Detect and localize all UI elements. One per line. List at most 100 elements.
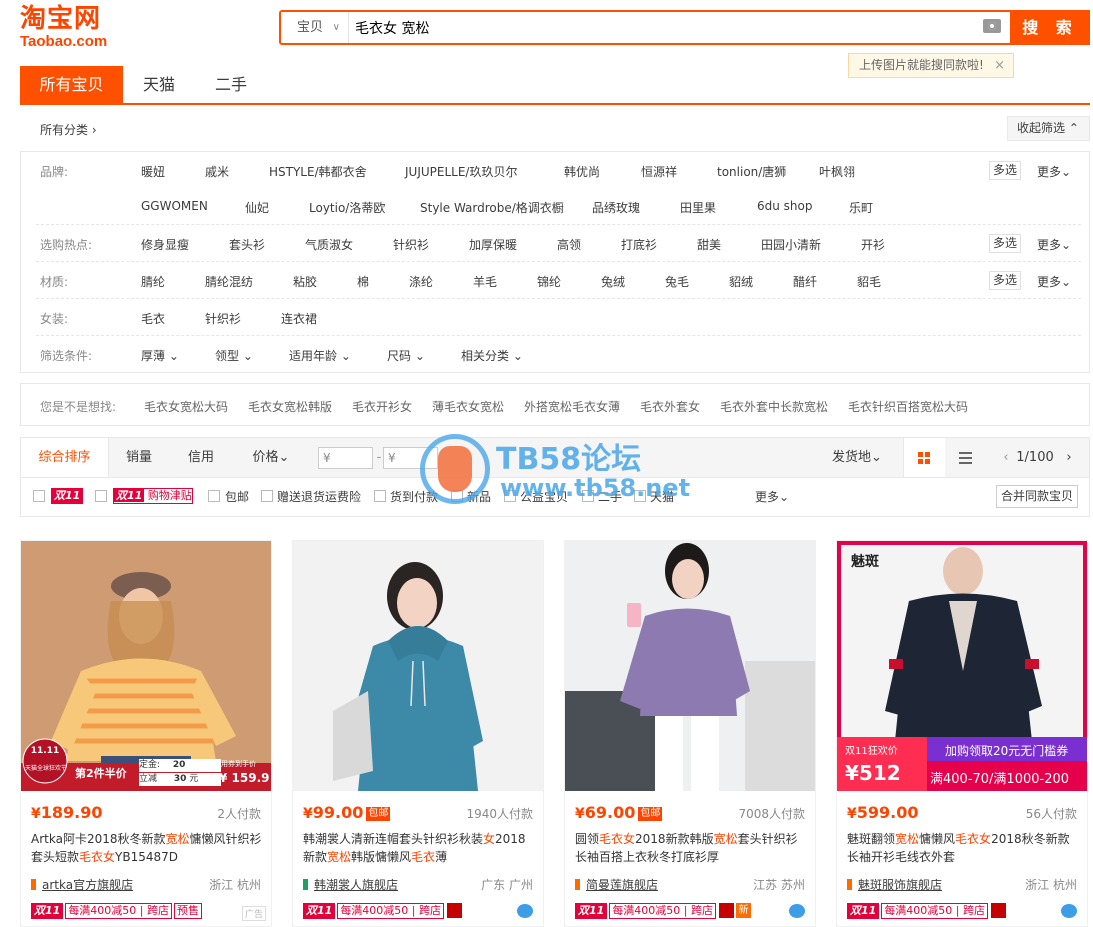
shop-link[interactable]: 魅斑服饰旗舰店 <box>847 876 942 893</box>
material-option[interactable]: 腈纶 <box>141 273 165 290</box>
grid-view-button[interactable] <box>903 438 945 477</box>
brand-option[interactable]: Style Wardrobe/格调衣橱 <box>420 199 564 216</box>
checkbox-secondhand[interactable] <box>582 490 594 502</box>
checkbox-charity[interactable] <box>504 490 516 502</box>
product-image[interactable]: 魅斑 双11狂欢价 ¥512 加购领取20元无门槛券 满400-70/满1000… <box>837 541 1087 791</box>
material-option[interactable]: 貂绒 <box>729 273 753 290</box>
checkbox-cod[interactable] <box>374 490 386 502</box>
product-title[interactable]: 魅斑翻领宽松慵懒风毛衣女2018秋冬新款长袖开衫毛线衣外套 <box>847 830 1079 866</box>
condition-dropdown[interactable]: 领型 ⌄ <box>215 347 253 364</box>
shop-link[interactable]: artka官方旗舰店 <box>31 876 133 893</box>
sort-sales[interactable]: 销量 <box>109 438 169 477</box>
product-card[interactable]: ¥69.00 包邮 7008人付款 圆领毛衣女2018新款韩版宽松套头针织衫长袖百… <box>564 540 816 927</box>
brand-option[interactable]: GGWOMEN <box>141 199 208 213</box>
material-multiselect-button[interactable]: 多选 <box>989 271 1021 290</box>
related-search-link[interactable]: 毛衣外套女 <box>640 398 700 415</box>
breadcrumb[interactable]: 所有分类 › <box>40 121 97 138</box>
related-search-link[interactable]: 外搭宽松毛衣女薄 <box>524 398 620 415</box>
material-option[interactable]: 羊毛 <box>473 273 497 290</box>
brand-option[interactable]: 乐町 <box>849 199 873 216</box>
brand-option[interactable]: 6du shop <box>757 199 813 213</box>
product-card[interactable]: ¥99.00 包邮 1940人付款 韩潮裳人清新连帽套头针织衫秋装女2018新款宽… <box>292 540 544 927</box>
shop-link[interactable]: 韩潮裳人旗舰店 <box>303 876 398 893</box>
wangwang-chat-icon[interactable] <box>789 904 805 918</box>
hot-option[interactable]: 针织衫 <box>393 236 429 253</box>
product-image[interactable] <box>565 541 815 791</box>
hot-option[interactable]: 田园小清新 <box>761 236 821 253</box>
condition-dropdown[interactable]: 相关分类 ⌄ <box>461 347 523 364</box>
shop-link[interactable]: 简曼莲旗舰店 <box>575 876 658 893</box>
search-button[interactable]: 搜 索 <box>1010 10 1090 45</box>
tab-tmall[interactable]: 天猫 <box>123 66 195 103</box>
related-search-link[interactable]: 毛衣女宽松韩版 <box>248 398 332 415</box>
page-prev-button[interactable]: ‹ <box>996 438 1016 477</box>
hot-option[interactable]: 开衫 <box>861 236 885 253</box>
product-card[interactable]: 11.11 天猫全球狂欢节 第2件半价 定金: 20 立减 30 元 用券到手价… <box>20 540 272 927</box>
brand-option[interactable]: 戚米 <box>205 163 229 180</box>
more-filters-button[interactable]: 更多⌄ <box>755 488 789 505</box>
search-scope-select[interactable]: 宝贝 ∨ <box>281 12 349 43</box>
checkbox-tmall[interactable] <box>634 490 646 502</box>
material-more-button[interactable]: 更多⌄ <box>1037 273 1071 290</box>
product-title[interactable]: 圆领毛衣女2018新款韩版宽松套头针织衫长袖百搭上衣秋冬打底衫厚 <box>575 830 807 866</box>
wangwang-chat-icon[interactable] <box>1061 904 1077 918</box>
related-search-link[interactable]: 薄毛衣女宽松 <box>432 398 504 415</box>
hot-option[interactable]: 套头衫 <box>229 236 265 253</box>
collapse-filters-button[interactable]: 收起筛选 ⌃ <box>1007 116 1090 141</box>
brand-option[interactable]: 品绣玫瑰 <box>592 199 640 216</box>
brand-option[interactable]: 韩优尚 <box>564 163 600 180</box>
related-search-link[interactable]: 毛衣针织百搭宽松大码 <box>848 398 968 415</box>
hot-option[interactable]: 高领 <box>557 236 581 253</box>
brand-option[interactable]: 叶枫翎 <box>819 163 855 180</box>
women-option[interactable]: 针织衫 <box>205 310 241 327</box>
material-option[interactable]: 涤纶 <box>409 273 433 290</box>
brand-multiselect-button[interactable]: 多选 <box>989 161 1021 180</box>
brand-option[interactable]: tonlion/唐狮 <box>717 163 786 180</box>
hot-more-button[interactable]: 更多⌄ <box>1037 236 1071 253</box>
sort-default[interactable]: 综合排序 <box>21 438 109 477</box>
price-min-input[interactable]: ¥ <box>318 447 373 469</box>
search-input[interactable] <box>355 16 975 39</box>
product-title[interactable]: Artka阿卡2018秋冬新款宽松慵懒风针织衫套头短款毛衣女YB15487D <box>31 830 263 866</box>
list-view-button[interactable] <box>945 438 987 477</box>
brand-option[interactable]: 仙妃 <box>245 199 269 216</box>
material-option[interactable]: 貂毛 <box>857 273 881 290</box>
material-option[interactable]: 醋纤 <box>793 273 817 290</box>
brand-option[interactable]: 恒源祥 <box>641 163 677 180</box>
merge-same-items-button[interactable]: 合并同款宝贝 <box>996 485 1078 508</box>
brand-option[interactable]: 田里果 <box>680 199 716 216</box>
checkbox-d11[interactable] <box>33 490 45 502</box>
brand-option[interactable]: 暖妞 <box>141 163 165 180</box>
material-option[interactable]: 锦纶 <box>537 273 561 290</box>
checkbox-return-insurance[interactable] <box>261 490 273 502</box>
related-search-link[interactable]: 毛衣外套中长款宽松 <box>720 398 828 415</box>
brand-option[interactable]: JUJUPELLE/玖玖贝尔 <box>405 163 517 180</box>
taobao-logo[interactable]: 淘宝网 Taobao.com <box>20 4 130 52</box>
sort-price[interactable]: 价格⌄ <box>239 438 303 477</box>
material-option[interactable]: 腈纶混纺 <box>205 273 253 290</box>
hot-option[interactable]: 打底衫 <box>621 236 657 253</box>
brand-option[interactable]: Loytio/洛蒂欧 <box>309 199 385 216</box>
product-image[interactable] <box>293 541 543 791</box>
related-search-link[interactable]: 毛衣女宽松大码 <box>144 398 228 415</box>
related-search-link[interactable]: 毛衣开衫女 <box>352 398 412 415</box>
material-option[interactable]: 兔绒 <box>601 273 625 290</box>
checkbox-new[interactable] <box>451 490 463 502</box>
hot-option[interactable]: 甜美 <box>697 236 721 253</box>
checkbox-d11-coupon[interactable] <box>95 490 107 502</box>
material-option[interactable]: 粘胶 <box>293 273 317 290</box>
tab-secondhand[interactable]: 二手 <box>195 66 267 103</box>
page-next-button[interactable]: › <box>1059 438 1079 477</box>
product-card[interactable]: 魅斑 双11狂欢价 ¥512 加购领取20元无门槛券 满400-70/满1000… <box>836 540 1088 927</box>
women-option[interactable]: 连衣裙 <box>281 310 317 327</box>
checkbox-free-shipping[interactable] <box>208 490 220 502</box>
material-option[interactable]: 兔毛 <box>665 273 689 290</box>
hot-option[interactable]: 修身显瘦 <box>141 236 189 253</box>
condition-dropdown[interactable]: 厚薄 ⌄ <box>141 347 179 364</box>
product-image[interactable]: 11.11 天猫全球狂欢节 第2件半价 定金: 20 立减 30 元 用券到手价… <box>21 541 271 791</box>
price-max-input[interactable]: ¥ <box>383 447 438 469</box>
material-option[interactable]: 棉 <box>357 273 369 290</box>
brand-option[interactable]: HSTYLE/韩都衣舍 <box>269 163 367 180</box>
product-title[interactable]: 韩潮裳人清新连帽套头针织衫秋装女2018新款宽松韩版慵懒风毛衣薄 <box>303 830 535 866</box>
hot-option[interactable]: 加厚保暖 <box>469 236 517 253</box>
